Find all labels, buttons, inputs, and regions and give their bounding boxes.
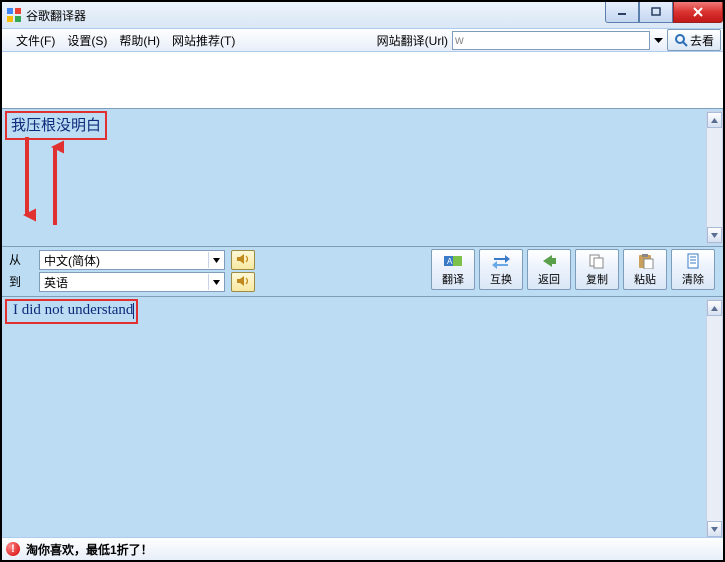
- source-text-panel[interactable]: 我压根没明白: [2, 108, 723, 247]
- output-text-panel[interactable]: I did not understand: [2, 297, 723, 540]
- svg-text:A: A: [447, 257, 453, 266]
- paste-button[interactable]: 粘贴: [623, 249, 667, 290]
- clear-label: 清除: [682, 271, 704, 287]
- search-icon: [674, 33, 688, 47]
- from-label: 从: [9, 251, 39, 268]
- menubar: 文件(F) 设置(S) 帮助(H) 网站推荐(T) 网站翻译(Url) 去看: [2, 29, 723, 52]
- scroll-down-icon[interactable]: [707, 227, 722, 243]
- output-text[interactable]: I did not understand: [5, 299, 138, 324]
- to-language-value: 英语: [44, 274, 68, 291]
- url-dropdown-icon[interactable]: [654, 33, 663, 47]
- clear-icon: [682, 252, 704, 270]
- translate-label: 翻译: [442, 271, 464, 287]
- speaker-icon: [236, 253, 250, 268]
- from-language-value: 中文(简体): [44, 252, 100, 269]
- copy-button[interactable]: 复制: [575, 249, 619, 290]
- copy-icon: [586, 252, 608, 270]
- menu-settings[interactable]: 设置(S): [61, 30, 113, 51]
- go-button[interactable]: 去看: [667, 29, 721, 51]
- scroll-up-icon[interactable]: [707, 112, 722, 128]
- app-icon: [6, 7, 22, 23]
- swap-icon: [490, 252, 512, 270]
- text-caret: [133, 303, 134, 319]
- translate-button[interactable]: A 翻译: [431, 249, 475, 290]
- translate-icon: A: [442, 252, 464, 270]
- speak-target-button[interactable]: [231, 272, 255, 292]
- menu-help[interactable]: 帮助(H): [113, 30, 166, 51]
- back-button[interactable]: 返回: [527, 249, 571, 290]
- action-buttons: A 翻译 互换 返回 复制 粘贴 清除: [431, 249, 715, 290]
- from-language-select[interactable]: 中文(简体): [39, 250, 225, 270]
- speaker-icon: [236, 275, 250, 290]
- close-button[interactable]: [673, 2, 723, 23]
- paste-label: 粘贴: [634, 271, 656, 287]
- window-title: 谷歌翻译器: [26, 7, 86, 24]
- copy-label: 复制: [586, 271, 608, 287]
- clear-button[interactable]: 清除: [671, 249, 715, 290]
- chevron-down-icon: [208, 252, 224, 268]
- go-label: 去看: [690, 32, 714, 49]
- statusbar: ! 淘你喜欢，最低1折了！: [2, 537, 723, 560]
- titlebar: 谷歌翻译器: [2, 2, 723, 29]
- speak-source-button[interactable]: [231, 250, 255, 270]
- to-label: 到: [9, 273, 39, 290]
- alert-icon: !: [6, 542, 20, 556]
- url-label: 网站翻译(Url): [377, 32, 448, 49]
- scroll-down-icon[interactable]: [707, 521, 722, 537]
- scroll-up-icon[interactable]: [707, 300, 722, 316]
- top-blank-area: [2, 52, 723, 108]
- menu-site-recommend[interactable]: 网站推荐(T): [166, 30, 241, 51]
- window-controls: [605, 2, 723, 23]
- app-window: 谷歌翻译器 文件(F) 设置(S) 帮助(H) 网站推荐(T) 网站翻译(Url…: [0, 0, 725, 562]
- status-text: 淘你喜欢，最低1折了！: [26, 541, 153, 558]
- source-text[interactable]: 我压根没明白: [5, 111, 107, 140]
- paste-icon: [634, 252, 656, 270]
- language-bar: 从 到 中文(简体) 英语 A 翻译: [2, 247, 723, 297]
- annotation-arrow-up: [46, 137, 64, 227]
- menu-file[interactable]: 文件(F): [10, 30, 61, 51]
- annotation-arrow-down: [18, 137, 36, 227]
- url-input[interactable]: [452, 31, 650, 50]
- to-language-select[interactable]: 英语: [39, 272, 225, 292]
- minimize-button[interactable]: [605, 2, 639, 23]
- maximize-button[interactable]: [639, 2, 673, 23]
- swap-button[interactable]: 互换: [479, 249, 523, 290]
- url-translate-area: 网站翻译(Url) 去看: [377, 29, 723, 51]
- output-scrollbar[interactable]: [706, 299, 723, 538]
- source-scrollbar[interactable]: [706, 111, 723, 244]
- back-label: 返回: [538, 271, 560, 287]
- chevron-down-icon: [208, 274, 224, 290]
- swap-label: 互换: [490, 271, 512, 287]
- back-icon: [538, 252, 560, 270]
